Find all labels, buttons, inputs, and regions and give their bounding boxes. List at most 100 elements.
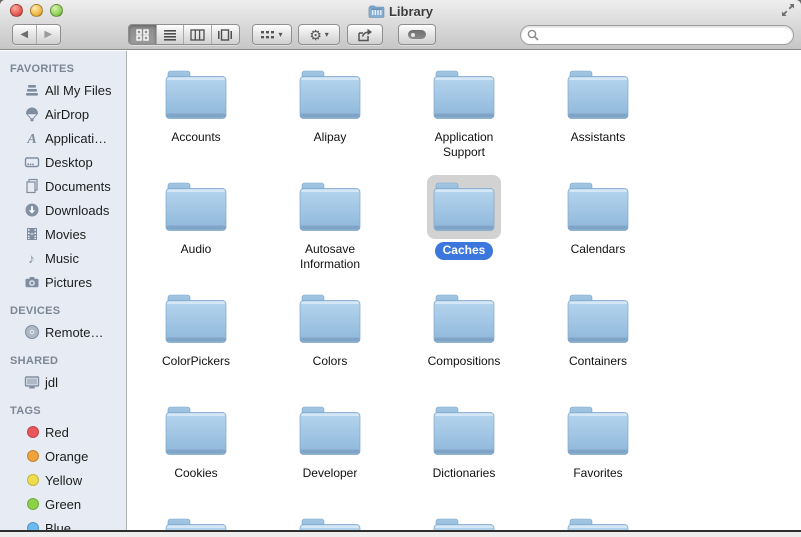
- tag-red-dot: [26, 426, 39, 438]
- back-button[interactable]: ◀: [13, 25, 37, 44]
- list-view-button[interactable]: [157, 25, 184, 44]
- grid-row: Cookies Developer Dictionaries Favorites: [129, 399, 801, 511]
- folder-item[interactable]: Colors: [263, 287, 397, 399]
- folder-icon: [566, 517, 630, 530]
- folder-icon: [566, 181, 630, 233]
- sidebar-item-applications[interactable]: A Applicati…: [0, 126, 126, 150]
- folder-item[interactable]: Developer: [263, 399, 397, 511]
- folder-item-partial[interactable]: [531, 511, 665, 530]
- desktop-icon: [23, 154, 40, 170]
- folder-label: Audio: [180, 242, 212, 256]
- folder-item[interactable]: ColorPickers: [129, 287, 263, 399]
- zoom-button[interactable]: [50, 4, 63, 17]
- folder-item[interactable]: Calendars: [531, 175, 665, 287]
- folder-item-partial[interactable]: [397, 511, 531, 530]
- selection-highlight: [427, 175, 501, 239]
- action-button[interactable]: ⚙ ▾: [298, 24, 340, 45]
- navigation-buttons: ◀ ▶: [12, 24, 61, 45]
- folder-icon: [432, 293, 496, 345]
- file-browser-area: Accounts Alipay Application Support Assi…: [127, 51, 801, 530]
- folder-label: Containers: [568, 354, 628, 368]
- sidebar-item-label: Yellow: [45, 472, 83, 488]
- sidebar-item-label: Remote…: [45, 324, 104, 340]
- sidebar-item-remote-disc[interactable]: Remote…: [0, 320, 126, 344]
- coverflow-view-button[interactable]: [212, 25, 239, 44]
- tag-yellow-dot: [26, 474, 39, 486]
- sidebar-item-all-my-files[interactable]: All My Files: [0, 78, 126, 102]
- sidebar-item-tag-red[interactable]: Red: [0, 420, 126, 444]
- sidebar-item-pictures[interactable]: Pictures: [0, 270, 126, 294]
- sidebar-item-music[interactable]: ♪ Music: [0, 246, 126, 270]
- close-button[interactable]: [10, 4, 23, 17]
- folder-item-partial[interactable]: [129, 511, 263, 530]
- share-icon: [358, 28, 372, 41]
- sidebar-item-label: Red: [45, 424, 69, 440]
- folder-label: Colors: [312, 354, 348, 368]
- folder-icon: [566, 69, 630, 121]
- arrange-button[interactable]: ▾: [252, 24, 292, 45]
- icon-grid: Accounts Alipay Application Support Assi…: [127, 51, 801, 530]
- folder-label: Accounts: [171, 130, 221, 144]
- folder-item[interactable]: Containers: [531, 287, 665, 399]
- sidebar-item-documents[interactable]: Documents: [0, 174, 126, 198]
- sidebar-item-jdl[interactable]: jdl: [0, 370, 126, 394]
- tag-capsule-icon: [408, 30, 426, 39]
- folder-icon: [432, 517, 496, 530]
- fullscreen-button[interactable]: [781, 3, 797, 19]
- icon-view-button[interactable]: [129, 25, 157, 44]
- search-input[interactable]: [543, 27, 793, 43]
- coverflow-view-icon: [218, 28, 233, 41]
- sidebar-item-label: Movies: [45, 226, 87, 242]
- sidebar-item-label: jdl: [45, 374, 59, 390]
- tag-blue-dot: [26, 522, 39, 530]
- column-view-button[interactable]: [184, 25, 212, 44]
- sidebar-item-airdrop[interactable]: AirDrop: [0, 102, 126, 126]
- titlebar: Library: [368, 0, 433, 22]
- sidebar-item-desktop[interactable]: Desktop: [0, 150, 126, 174]
- sidebar-item-label: AirDrop: [45, 106, 90, 122]
- documents-icon: [23, 178, 40, 194]
- sidebar-item-tag-green[interactable]: Green: [0, 492, 126, 516]
- column-view-icon: [190, 28, 205, 41]
- sidebar-item-label: Applicati…: [45, 130, 108, 146]
- grid-row: ColorPickers Colors Compositions Contain…: [129, 287, 801, 399]
- chevron-down-icon: ▾: [324, 30, 329, 39]
- grid-row: Audio Autosave Information Caches Calend…: [129, 175, 801, 287]
- share-button[interactable]: [347, 24, 383, 45]
- folder-item[interactable]: Application Support: [397, 63, 531, 175]
- sidebar-section-favorites: FAVORITES: [10, 63, 75, 75]
- sidebar-item-tag-blue[interactable]: Blue: [0, 516, 126, 530]
- camera-icon: [23, 274, 40, 290]
- folder-item[interactable]: Dictionaries: [397, 399, 531, 511]
- folder-item[interactable]: Accounts: [129, 63, 263, 175]
- search-field[interactable]: [520, 25, 794, 45]
- minimize-button[interactable]: [30, 4, 43, 17]
- folder-item[interactable]: Favorites: [531, 399, 665, 511]
- folder-item[interactable]: Assistants: [531, 63, 665, 175]
- folder-icon: [164, 405, 228, 457]
- folder-item-partial[interactable]: [263, 511, 397, 530]
- folder-item[interactable]: Cookies: [129, 399, 263, 511]
- downloads-icon: [23, 202, 40, 218]
- sidebar-item-tag-orange[interactable]: Orange: [0, 444, 126, 468]
- folder-item[interactable]: Compositions: [397, 287, 531, 399]
- sidebar-section-devices: DEVICES: [10, 305, 61, 317]
- applications-icon: A: [23, 130, 40, 146]
- folder-label: Compositions: [427, 354, 501, 368]
- folder-item[interactable]: Audio: [129, 175, 263, 287]
- folder-label: Dictionaries: [432, 466, 496, 480]
- folder-icon: [298, 181, 362, 233]
- sidebar-item-tag-yellow[interactable]: Yellow: [0, 468, 126, 492]
- edit-tags-button[interactable]: [398, 24, 436, 45]
- disc-icon: [23, 324, 40, 340]
- folder-item[interactable]: Alipay: [263, 63, 397, 175]
- folder-item-selected[interactable]: Caches: [397, 175, 531, 287]
- folder-label: Assistants: [570, 130, 626, 144]
- forward-button[interactable]: ▶: [37, 25, 61, 44]
- folder-item[interactable]: Autosave Information: [263, 175, 397, 287]
- folder-label-selected: Caches: [434, 242, 494, 260]
- grid-row: Accounts Alipay Application Support Assi…: [129, 63, 801, 175]
- folder-icon: [164, 293, 228, 345]
- sidebar-item-downloads[interactable]: Downloads: [0, 198, 126, 222]
- sidebar-item-movies[interactable]: Movies: [0, 222, 126, 246]
